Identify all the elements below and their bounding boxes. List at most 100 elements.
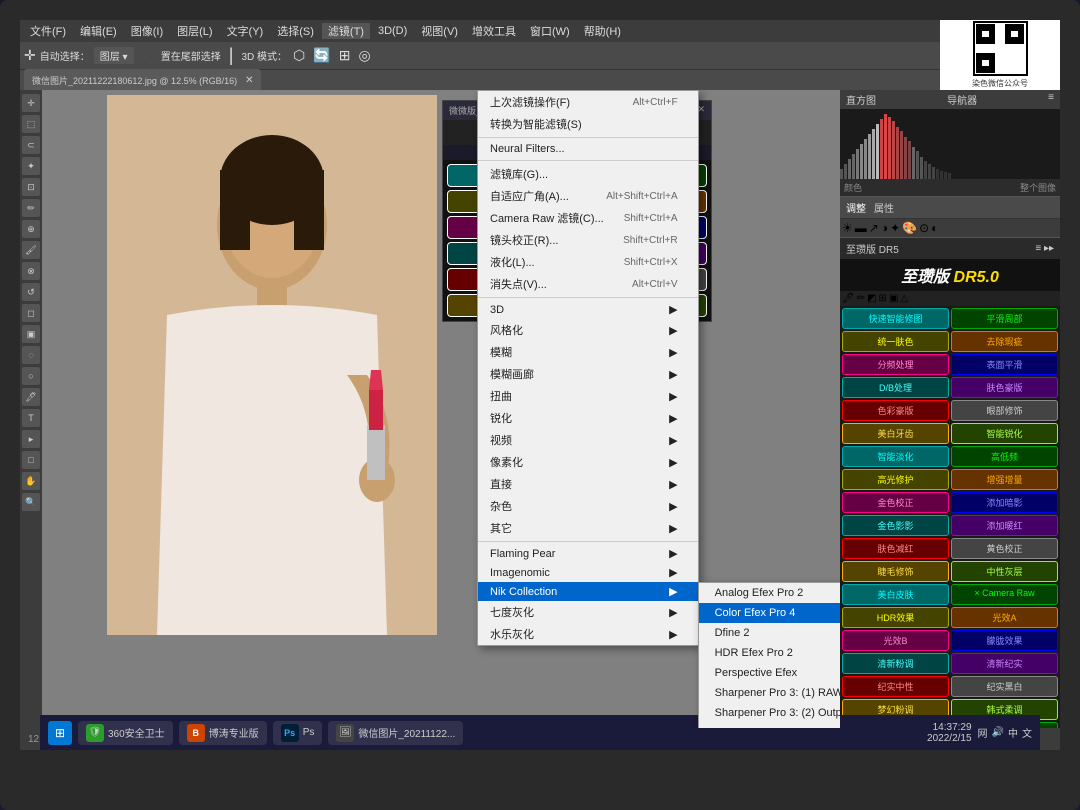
dr5-tool-6[interactable]: △ xyxy=(900,293,908,304)
dr5-btn-5[interactable]: 表面平滑 xyxy=(951,354,1058,375)
menu-type[interactable]: 文字(Y) xyxy=(221,23,270,39)
nik-sharpener2[interactable]: Sharpener Pro 3: (2) Output Sharpener xyxy=(699,703,840,723)
dr5-btn-16[interactable]: 金色校正 xyxy=(842,492,949,513)
brush-tool[interactable]: 🖌 xyxy=(22,241,40,259)
vibrance-icon[interactable]: ✦ xyxy=(890,221,900,235)
menu-item-neural[interactable]: Neural Filters... xyxy=(478,140,698,158)
dr5-btn-8[interactable]: 色彩豪版 xyxy=(842,400,949,421)
move-tool[interactable]: ✛ xyxy=(22,94,40,112)
dr5-btn-21[interactable]: 黄色校正 xyxy=(951,538,1058,559)
dr5-btn-9[interactable]: 眼部修饰 xyxy=(951,400,1058,421)
dr5-btn-33[interactable]: 纪实黑白 xyxy=(951,676,1058,697)
3d-icon1[interactable]: ⬡ xyxy=(293,47,305,64)
menu-select[interactable]: 选择(S) xyxy=(271,23,320,39)
menu-plugins[interactable]: 增效工具 xyxy=(466,23,522,39)
properties-tab[interactable]: 属性 xyxy=(874,200,894,215)
hsl-icon[interactable]: 🎨 xyxy=(902,221,917,235)
brightness-icon[interactable]: ☀ xyxy=(842,221,853,235)
menu-layer[interactable]: 图层(L) xyxy=(171,23,218,39)
taskbar-ps[interactable]: Ps Ps xyxy=(273,721,323,745)
nik-perspective[interactable]: Perspective Efex xyxy=(699,663,840,683)
nik-hdr[interactable]: HDR Efex Pro 2 xyxy=(699,643,840,663)
menu-item-direct[interactable]: 直接▶ xyxy=(478,473,698,495)
menu-item-last-filter[interactable]: 上次滤镜操作(F) Alt+Ctrl+F xyxy=(478,91,698,113)
shape-tool[interactable]: □ xyxy=(22,451,40,469)
menu-edit[interactable]: 编辑(E) xyxy=(74,23,123,39)
blur-tool[interactable]: ◌ xyxy=(22,346,40,364)
dr5-tool-3[interactable]: ◩ xyxy=(867,293,876,304)
gradient-tool[interactable]: ▣ xyxy=(22,325,40,343)
menu-item-video[interactable]: 视频▶ xyxy=(478,429,698,451)
heal-tool[interactable]: ⊕ xyxy=(22,220,40,238)
path-select-tool[interactable]: ▸ xyxy=(22,430,40,448)
dr5-btn-15[interactable]: 增强增量 xyxy=(951,469,1058,490)
dr5-btn-22[interactable]: 睫毛修饰 xyxy=(842,561,949,582)
menu-item-blur-gallery[interactable]: 模糊画廊▶ xyxy=(478,363,698,385)
dr5-btn-11[interactable]: 智能锐化 xyxy=(951,423,1058,444)
dr5-tool-1[interactable]: 🖊 xyxy=(842,293,855,304)
dr5-btn-23[interactable]: 中性灰层 xyxy=(951,561,1058,582)
menu-item-shule[interactable]: 水乐灰化▶ xyxy=(478,623,698,645)
menu-window[interactable]: 窗口(W) xyxy=(524,23,576,39)
menu-help[interactable]: 帮助(H) xyxy=(578,23,627,39)
menu-item-camera-raw[interactable]: Camera Raw 滤镜(C)... Shift+Ctrl+A xyxy=(478,207,698,229)
levels-icon[interactable]: ▬ xyxy=(855,221,867,235)
hand-tool[interactable]: ✋ xyxy=(22,472,40,490)
nik-dfine[interactable]: Dfine 2 xyxy=(699,623,840,643)
menu-item-other[interactable]: 其它▶ xyxy=(478,517,698,539)
taskbar-botao[interactable]: B 博涛专业版 xyxy=(179,721,267,745)
3d-icon2[interactable]: 🔄 xyxy=(313,47,330,64)
dr5-btn-29[interactable]: 朦胧效果 xyxy=(951,630,1058,651)
lasso-tool[interactable]: ⊂ xyxy=(22,136,40,154)
taskbar-360[interactable]: 🛡 360安全卫士 xyxy=(78,721,173,745)
document-tab[interactable]: 微信图片_20211222180612.jpg @ 12.5% (RGB/16)… xyxy=(24,69,261,91)
3d-icon4[interactable]: ◎ xyxy=(358,47,370,64)
dr5-btn-7[interactable]: 肤色豪版 xyxy=(951,377,1058,398)
menu-file[interactable]: 文件(F) xyxy=(24,23,72,39)
dr5-btn-4[interactable]: 分频处理 xyxy=(842,354,949,375)
dr5-btn-0[interactable]: 快速智能修图 xyxy=(842,308,949,329)
dr5-btn-31[interactable]: 清新纪实 xyxy=(951,653,1058,674)
menu-item-qidu[interactable]: 七度灰化▶ xyxy=(478,601,698,623)
dr5-panel-controls[interactable]: ≡ ▸▸ xyxy=(1035,243,1054,254)
menu-view[interactable]: 视图(V) xyxy=(415,23,464,39)
menu-item-liquify[interactable]: 液化(L)... Shift+Ctrl+X xyxy=(478,251,698,273)
layer-select[interactable]: 图层 ▾ xyxy=(94,47,134,64)
crop-tool[interactable]: ⊡ xyxy=(22,178,40,196)
menu-filter[interactable]: 滤镜(T) xyxy=(322,23,370,39)
dr5-tool-4[interactable]: ⊞ xyxy=(879,293,887,304)
text-tool[interactable]: T xyxy=(22,409,40,427)
history-tool[interactable]: ↺ xyxy=(22,283,40,301)
dr5-btn-12[interactable]: 智能淡化 xyxy=(842,446,949,467)
doc-close-icon[interactable]: ✕ xyxy=(245,75,253,86)
3d-icon3[interactable]: ⊞ xyxy=(339,47,351,64)
marquee-tool[interactable]: ⬚ xyxy=(22,115,40,133)
curves-icon[interactable]: ↗ xyxy=(869,221,879,235)
dr5-btn-6[interactable]: D/B处理 xyxy=(842,377,949,398)
colorbalance-icon[interactable]: ⊙ xyxy=(919,221,929,235)
menu-item-filter-gallery[interactable]: 滤镜库(G)... xyxy=(478,163,698,185)
clone-tool[interactable]: ⊗ xyxy=(22,262,40,280)
menu-item-imagenomic[interactable]: Imagenomic▶ xyxy=(478,563,698,582)
dr5-btn-2[interactable]: 统一肤色 xyxy=(842,331,949,352)
adjustments-tab[interactable]: 调整 xyxy=(846,200,866,215)
dr5-btn-30[interactable]: 清新粉调 xyxy=(842,653,949,674)
magic-wand-tool[interactable]: ✦ xyxy=(22,157,40,175)
input-method-icon[interactable]: 中 xyxy=(1008,725,1018,740)
lang-icon[interactable]: 文 xyxy=(1022,725,1032,740)
menu-item-stylize[interactable]: 风格化▶ xyxy=(478,319,698,341)
dr5-tool-5[interactable]: ▣ xyxy=(889,293,898,304)
menu-item-3d[interactable]: 3D▶ xyxy=(478,300,698,319)
dr5-btn-25[interactable]: × Camera Raw xyxy=(951,584,1058,605)
zoom-tool[interactable]: 🔍 xyxy=(22,493,40,511)
menu-item-lens-correct[interactable]: 镜头校正(R)... Shift+Ctrl+R xyxy=(478,229,698,251)
dr5-btn-19[interactable]: 添加暖红 xyxy=(951,515,1058,536)
network-icon[interactable]: 网 xyxy=(978,725,988,740)
menu-item-smart-filter[interactable]: 转换为智能滤镜(S) xyxy=(478,113,698,135)
nik-silver[interactable]: Silver Efex Pro 3 xyxy=(699,723,840,728)
nik-color-efex[interactable]: Color Efex Pro 4 xyxy=(699,603,840,623)
menu-item-adaptive-wide[interactable]: 自适应广角(A)... Alt+Shift+Ctrl+A xyxy=(478,185,698,207)
dr5-btn-32[interactable]: 纪实中性 xyxy=(842,676,949,697)
nik-analog[interactable]: Analog Efex Pro 2 xyxy=(699,583,840,603)
start-button[interactable]: ⊞ xyxy=(48,721,72,745)
